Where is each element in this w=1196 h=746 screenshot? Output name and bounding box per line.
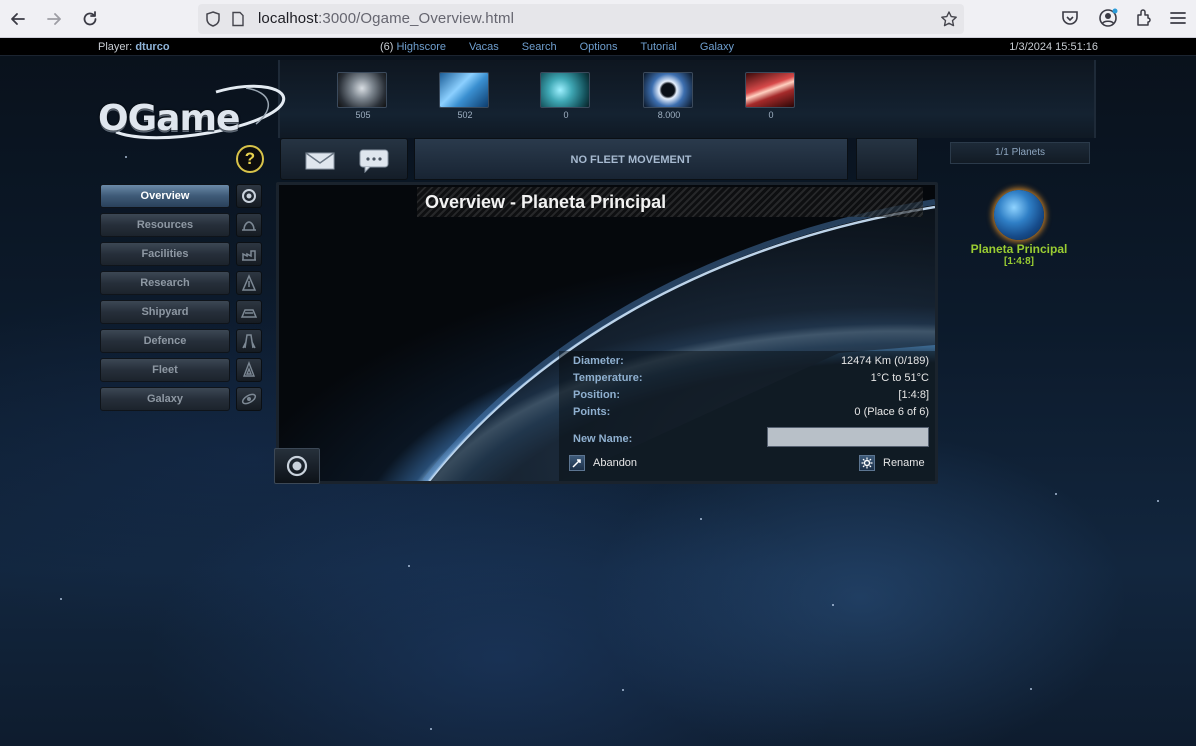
menu-options[interactable]: Options xyxy=(580,41,618,53)
gear-icon xyxy=(859,455,875,471)
planets-count: 1/1 Planets xyxy=(950,142,1090,164)
planet-icon[interactable] xyxy=(236,184,262,208)
resource-energy[interactable]: 8.000 xyxy=(643,72,695,120)
dark-matter-icon xyxy=(745,72,795,108)
browser-toolbar: localhost:3000/Ogame_Overview.html xyxy=(0,0,1196,38)
star xyxy=(1055,493,1057,495)
fleet-movement-bar[interactable]: NO FLEET MOVEMENT xyxy=(414,138,848,180)
energy-icon xyxy=(643,72,693,108)
star xyxy=(430,728,432,730)
page-title: Overview - Planeta Principal xyxy=(425,192,667,212)
top-info-bar: Player: dturco (6) Highscore Vacas Searc… xyxy=(0,38,1196,56)
menu-galaxy[interactable]: Galaxy xyxy=(700,41,734,53)
bookmark-star-icon[interactable] xyxy=(940,10,958,28)
menu-shipyard[interactable]: Shipyard xyxy=(100,300,230,324)
crystal-icon xyxy=(439,72,489,108)
resource-crystal[interactable]: 502 xyxy=(439,72,491,120)
mine-icon[interactable] xyxy=(236,213,262,237)
planet-view-toggle[interactable] xyxy=(274,448,320,484)
planet-name[interactable]: Planeta Principal xyxy=(944,242,1094,256)
top-menu: (6) Highscore Vacas Search Options Tutor… xyxy=(380,41,757,53)
player-name[interactable]: dturco xyxy=(135,41,169,53)
galaxy-icon[interactable] xyxy=(236,387,262,411)
menu-research[interactable]: Research xyxy=(100,271,230,295)
page-icon xyxy=(232,11,244,27)
overview-title-bar: Overview - Planeta Principal xyxy=(417,187,923,217)
planet-coordinates: [1:4:8] xyxy=(1003,256,1034,267)
reload-icon[interactable] xyxy=(78,7,102,31)
new-name-label: New Name: xyxy=(573,433,633,445)
planet-thumbnail[interactable] xyxy=(994,190,1044,240)
hangar-icon[interactable] xyxy=(236,300,262,324)
stat-diameter: Diameter: 12474 Km (0/189) xyxy=(573,355,929,367)
star xyxy=(1157,500,1159,502)
chat-icon[interactable] xyxy=(359,149,389,173)
orbit-icon xyxy=(286,455,308,477)
menu-vacas[interactable]: Vacas xyxy=(469,41,499,53)
highscore-rank: (6) xyxy=(380,41,394,53)
abandon-button[interactable]: Abandon xyxy=(569,455,637,471)
star xyxy=(125,156,127,158)
menu-search[interactable]: Search xyxy=(522,41,557,53)
menu-resources[interactable]: Resources xyxy=(100,213,230,237)
menu-icon[interactable] xyxy=(1168,8,1188,28)
game-page: Player: dturco (6) Highscore Vacas Searc… xyxy=(0,38,1196,746)
metal-icon xyxy=(337,72,387,108)
resource-deuterium[interactable]: 0 xyxy=(540,72,592,120)
pocket-icon[interactable] xyxy=(1060,8,1080,28)
player-info: Player: dturco xyxy=(98,41,170,53)
back-icon[interactable] xyxy=(6,7,30,31)
menu-overview[interactable]: Overview xyxy=(100,184,230,208)
help-button[interactable]: ? xyxy=(236,145,264,173)
star xyxy=(408,565,410,567)
url-bar[interactable]: localhost:3000/Ogame_Overview.html xyxy=(198,4,964,34)
extensions-icon[interactable] xyxy=(1134,8,1154,28)
abandon-icon xyxy=(569,455,585,471)
shield-icon[interactable] xyxy=(204,10,222,28)
url-text: localhost:3000/Ogame_Overview.html xyxy=(258,10,515,27)
flask-icon[interactable] xyxy=(236,271,262,295)
account-icon[interactable] xyxy=(1098,8,1118,28)
star xyxy=(60,598,62,600)
star xyxy=(700,518,702,520)
star xyxy=(622,689,624,691)
resource-dark-matter[interactable]: 0 xyxy=(745,72,797,120)
server-clock: 1/3/2024 15:51:16 xyxy=(1009,41,1098,53)
rename-row: New Name: xyxy=(573,427,929,453)
menu-defence[interactable]: Defence xyxy=(100,329,230,353)
stat-temperature: Temperature: 1°C to 51°C xyxy=(573,372,929,384)
forward-icon[interactable] xyxy=(42,7,66,31)
mail-icon[interactable] xyxy=(305,152,335,170)
resource-metal[interactable]: 505 xyxy=(337,72,389,120)
overview-panel: Overview - Planeta Principal Diameter: 12… xyxy=(276,182,938,484)
messages-box xyxy=(280,138,408,180)
turret-icon[interactable] xyxy=(236,329,262,353)
rename-button[interactable]: Rename xyxy=(859,455,925,471)
menu-tutorial[interactable]: Tutorial xyxy=(641,41,677,53)
planet-stats: Diameter: 12474 Km (0/189) Temperature: 1°… xyxy=(573,355,929,453)
ogame-logo[interactable]: OGame xyxy=(96,78,288,142)
stat-position: Position: [1:4:8] xyxy=(573,389,929,401)
menu-highscore[interactable]: Highscore xyxy=(396,41,446,53)
menu-facilities[interactable]: Facilities xyxy=(100,242,230,266)
new-name-input[interactable] xyxy=(767,427,929,447)
star xyxy=(1030,688,1032,690)
fleet-icon[interactable] xyxy=(236,358,262,382)
menu-fleet[interactable]: Fleet xyxy=(100,358,230,382)
menu-galaxy[interactable]: Galaxy xyxy=(100,387,230,411)
star xyxy=(832,604,834,606)
events-box xyxy=(856,138,918,180)
stat-points: Points: 0 (Place 6 of 6) xyxy=(573,406,929,418)
deuterium-icon xyxy=(540,72,590,108)
factory-icon[interactable] xyxy=(236,242,262,266)
